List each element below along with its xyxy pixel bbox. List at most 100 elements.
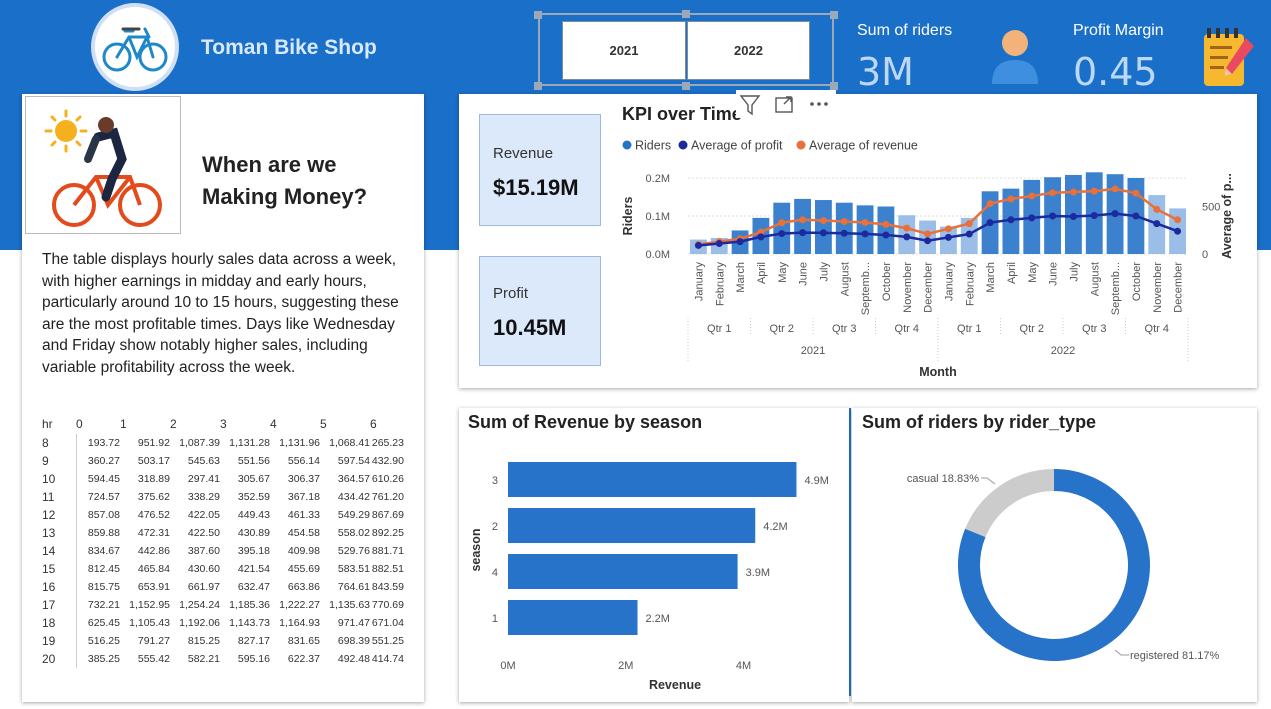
revenue-point[interactable] [799, 216, 807, 224]
revenue-point[interactable] [1007, 195, 1015, 203]
riders-bar[interactable] [835, 202, 853, 254]
revenue-point[interactable] [944, 225, 952, 233]
table-cell: 663.86 [287, 581, 320, 593]
y2-axis-title: Average of p... [1220, 173, 1234, 259]
profit-point[interactable] [819, 229, 827, 237]
profit-point[interactable] [903, 233, 911, 241]
riders-bar[interactable] [794, 198, 811, 254]
x-tick-month: April [756, 262, 768, 284]
profit-point[interactable] [1153, 220, 1161, 228]
table-cell: 632.47 [237, 581, 270, 593]
visual-header-toolbar [736, 90, 836, 118]
table-cell: 1,164.93 [279, 617, 320, 629]
leader-line [1114, 649, 1129, 656]
profit-point[interactable] [1111, 210, 1119, 218]
revenue-point[interactable] [882, 220, 890, 228]
table-row: 13 859.88 472.31 422.50 430.89 454.58 558.02 89… [42, 524, 404, 542]
profit-point[interactable] [882, 231, 890, 239]
x-tick-quarter: Qtr 2 [770, 323, 794, 335]
season-bar[interactable] [508, 508, 756, 543]
profit-line [698, 212, 1179, 247]
legend-label: Average of profit [691, 139, 783, 153]
table-cell: 306.37 [287, 473, 320, 485]
table-cell: 421.54 [237, 563, 270, 575]
revenue-point[interactable] [778, 219, 786, 227]
resize-handle[interactable] [682, 82, 690, 90]
table-cell: 551.25 [371, 635, 404, 647]
profit-point[interactable] [1069, 212, 1077, 220]
profit-point[interactable] [1090, 212, 1098, 220]
profit-point[interactable] [924, 237, 932, 245]
profit-point[interactable] [1028, 214, 1036, 222]
table-row: 20 385.25 555.42 582.21 595.16 622.37 492.48 41… [42, 650, 404, 668]
profit-point[interactable] [986, 219, 994, 227]
table-row: 16 815.75 653.91 661.97 632.47 663.86 764.61 84… [42, 578, 404, 596]
profit-card: Profit 10.45M [479, 256, 601, 366]
x-tick-month: April [1006, 262, 1018, 284]
profit-point[interactable] [778, 230, 786, 238]
riders-bar[interactable] [856, 205, 874, 254]
riders-bar[interactable] [877, 206, 895, 255]
season-bar[interactable] [508, 554, 738, 589]
profit-point[interactable] [840, 229, 848, 237]
season-bar[interactable] [508, 462, 797, 497]
resize-handle[interactable] [534, 11, 542, 19]
column-header-day: 5 [320, 417, 327, 431]
revenue-point[interactable] [840, 218, 848, 226]
profit-point[interactable] [694, 241, 702, 249]
x-tick-month: August [839, 262, 851, 296]
revenue-point[interactable] [1111, 185, 1119, 193]
resize-handle[interactable] [682, 10, 690, 18]
revenue-point[interactable] [1069, 188, 1077, 196]
resize-handle[interactable] [830, 82, 838, 90]
revenue-point[interactable] [1028, 192, 1036, 200]
profit-point[interactable] [799, 229, 807, 237]
profit-point[interactable] [944, 233, 952, 241]
profit-point[interactable] [965, 230, 973, 238]
revenue-point[interactable] [819, 217, 827, 225]
profit-point[interactable] [715, 240, 723, 248]
row-hour: 15 [42, 560, 77, 578]
profit-point[interactable] [757, 233, 765, 241]
revenue-point[interactable] [1090, 187, 1098, 195]
profit-point[interactable] [1049, 212, 1057, 220]
table-cell: 442.86 [137, 545, 170, 557]
row-hour: 14 [42, 542, 77, 560]
profit-point[interactable] [1174, 227, 1182, 235]
table-cell: 297.41 [187, 473, 220, 485]
resize-handle[interactable] [534, 82, 542, 90]
revenue-point[interactable] [924, 230, 932, 238]
table-header-row: hr 0 1 2 3 4 5 6 [42, 414, 404, 434]
profit-point[interactable] [736, 238, 744, 246]
x-tick-month: Septemb... [1110, 262, 1122, 315]
riders-bar[interactable] [773, 202, 791, 254]
revenue-point[interactable] [986, 200, 994, 208]
revenue-point[interactable] [965, 220, 973, 228]
revenue-point[interactable] [1049, 189, 1057, 197]
season-bar[interactable] [508, 600, 638, 635]
riders-bar[interactable] [815, 200, 832, 254]
table-cell: 455.69 [287, 563, 320, 575]
riders-by-type-donut: registered 81.17% casual 18.83% [907, 469, 1219, 662]
table-row: 15 812.45 465.84 430.60 421.54 455.69 583.51 88… [42, 560, 404, 578]
x-tick-month: June [798, 262, 810, 286]
table-cell: 843.59 [371, 581, 404, 593]
table-cell: 661.97 [187, 581, 220, 593]
profit-point[interactable] [1132, 212, 1140, 220]
revenue-point[interactable] [903, 224, 911, 232]
row-hour: 12 [42, 506, 77, 524]
slicer-year-2022[interactable]: 2022 [687, 21, 810, 80]
revenue-point[interactable] [861, 218, 869, 226]
revenue-point[interactable] [1132, 189, 1140, 197]
resize-handle[interactable] [830, 11, 838, 19]
table-cell: 597.54 [337, 455, 370, 467]
profit-point[interactable] [1007, 216, 1015, 224]
table-cell: 892.25 [371, 527, 404, 539]
revenue-point[interactable] [1153, 205, 1161, 213]
table-row: 10 594.45 318.89 297.41 305.67 306.37 364.57 61… [42, 470, 404, 488]
revenue-point[interactable] [1174, 216, 1182, 224]
table-cell: 472.31 [137, 527, 170, 539]
profit-point[interactable] [861, 230, 869, 238]
row-hour: 18 [42, 614, 77, 632]
slicer-year-2021[interactable]: 2021 [562, 21, 686, 80]
